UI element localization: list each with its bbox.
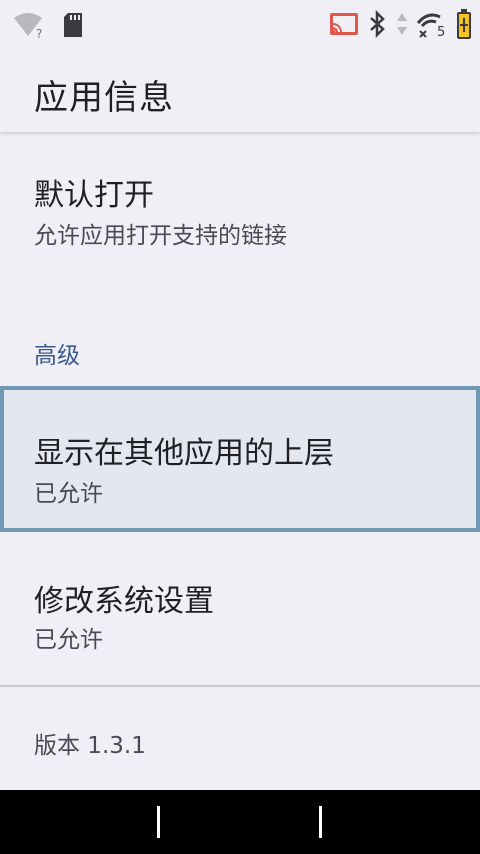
settings-item-title: 显示在其他应用的上层	[34, 436, 334, 471]
settings-item-summary: 已允许	[34, 627, 103, 653]
settings-item-modify-system-settings[interactable]: 修改系统设置 已允许	[0, 560, 480, 680]
page-title: 应用信息	[34, 78, 174, 118]
divider	[0, 685, 480, 687]
signal-badge: 5	[437, 25, 445, 39]
cast-icon	[328, 10, 360, 38]
bluetooth-icon	[368, 10, 388, 38]
settings-item-title: 修改系统设置	[34, 584, 214, 619]
status-left: ?	[12, 10, 84, 40]
section-header-advanced: 高级	[34, 343, 80, 369]
sd-card-icon	[62, 11, 84, 39]
signal-icon: 5	[416, 9, 448, 39]
settings-item-summary: 允许应用打开支持的链接	[34, 223, 287, 249]
settings-item-title: 默认打开	[34, 178, 154, 213]
nav-divider-left	[157, 806, 160, 838]
app-bar: 应用信息	[0, 52, 480, 132]
navigation-bar	[0, 790, 480, 854]
version-text: 版本 1.3.1	[34, 733, 146, 759]
settings-item-display-over-other-apps[interactable]: 显示在其他应用的上层 已允许	[0, 386, 480, 532]
battery-charging-icon	[456, 8, 472, 40]
status-bar: ? 5	[0, 0, 480, 52]
wifi-badge: ?	[36, 27, 42, 40]
nav-divider-right	[319, 806, 322, 838]
wifi-unknown-icon: ?	[12, 10, 46, 40]
settings-item-default-open[interactable]: 默认打开 允许应用打开支持的链接	[0, 160, 480, 270]
data-arrows-icon	[396, 10, 408, 38]
settings-item-summary: 已允许	[34, 481, 103, 507]
status-right: 5	[328, 8, 472, 40]
